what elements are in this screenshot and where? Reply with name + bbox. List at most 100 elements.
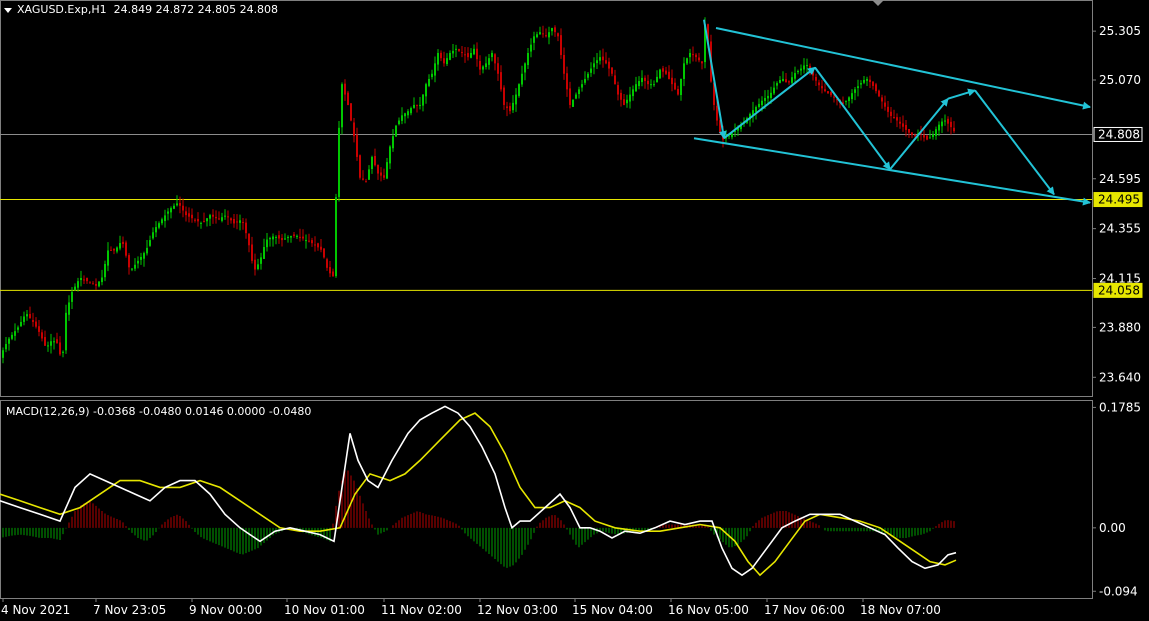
candle-body xyxy=(815,76,817,81)
candle-body xyxy=(50,341,52,346)
candle-body xyxy=(128,255,130,268)
candle-body xyxy=(596,60,598,64)
macd-axis-label: 0.1785 xyxy=(1099,400,1141,414)
candle-body xyxy=(152,232,154,239)
candle-body xyxy=(71,292,73,302)
candle-body xyxy=(617,85,619,95)
candle-body xyxy=(365,181,367,183)
candle-body xyxy=(182,205,184,211)
candle-body xyxy=(671,77,673,85)
candle-body xyxy=(290,235,292,238)
candle-body xyxy=(113,248,115,251)
candle-body xyxy=(308,240,310,242)
candle-body xyxy=(500,72,502,90)
candle-body xyxy=(140,256,142,260)
candle-body xyxy=(647,80,649,85)
candle-body xyxy=(422,94,424,106)
candle-body xyxy=(572,99,574,107)
candle-body xyxy=(8,338,10,344)
candle-body xyxy=(398,120,400,125)
candle-body xyxy=(497,63,499,74)
candle-body xyxy=(23,316,25,322)
candle-body xyxy=(467,53,469,58)
candle-body xyxy=(86,277,88,282)
candle-body xyxy=(770,92,772,99)
candle-body xyxy=(254,259,256,270)
candle-body xyxy=(80,278,82,281)
candle-body xyxy=(758,103,760,107)
candle-body xyxy=(692,54,694,56)
candle-body xyxy=(812,70,814,76)
candle-body xyxy=(101,277,103,283)
candle-body xyxy=(437,52,439,65)
candle-body xyxy=(488,58,490,65)
chart-canvas: 25.30525.07024.59524.35524.11523.88023.6… xyxy=(0,0,1149,621)
candle-body xyxy=(329,267,331,274)
candle-body xyxy=(176,203,178,206)
candle-body xyxy=(521,73,523,85)
candle-body xyxy=(359,155,361,178)
candle-body xyxy=(656,76,658,83)
candle-body xyxy=(137,260,139,264)
time-axis-label: 11 Nov 02:00 xyxy=(381,603,462,617)
candle-body xyxy=(344,83,346,95)
candle-body xyxy=(47,345,49,347)
candle-body xyxy=(872,81,874,86)
candle-body xyxy=(833,96,835,98)
candle-body xyxy=(575,94,577,99)
candle-body xyxy=(401,115,403,121)
dropdown-triangle-icon[interactable] xyxy=(4,7,12,13)
candle-body xyxy=(116,247,118,252)
candle-body xyxy=(158,223,160,228)
candle-body xyxy=(293,234,295,236)
candle-body xyxy=(278,235,280,239)
candle-body xyxy=(614,75,616,85)
candle-body xyxy=(935,129,937,136)
candle-body xyxy=(326,259,328,268)
candle-body xyxy=(881,97,883,102)
candle-body xyxy=(305,240,307,242)
candle-body xyxy=(191,214,193,219)
candle-body xyxy=(569,88,571,105)
candle-body xyxy=(902,123,904,127)
price-axis-label: 24.595 xyxy=(1099,172,1141,186)
candle-body xyxy=(587,73,589,78)
candle-body xyxy=(491,52,493,58)
candle-body xyxy=(119,243,121,249)
macd-axis-label: -0.094 xyxy=(1099,584,1138,598)
candle-body xyxy=(680,78,682,96)
candle-body xyxy=(653,84,655,86)
candle-body xyxy=(272,236,274,240)
candle-body xyxy=(416,104,418,106)
candle-body xyxy=(62,351,64,353)
candle-body xyxy=(641,77,643,83)
candle-body xyxy=(527,52,529,66)
candle-body xyxy=(644,77,646,82)
candle-body xyxy=(683,63,685,79)
candle-body xyxy=(779,80,781,83)
candle-body xyxy=(785,79,787,83)
candle-body xyxy=(38,326,40,332)
candle-body xyxy=(353,122,355,137)
candle-body xyxy=(512,102,514,111)
candle-body xyxy=(302,236,304,239)
candle-body xyxy=(503,87,505,105)
candle-body xyxy=(227,216,229,218)
candle-body xyxy=(803,65,805,70)
candle-body xyxy=(281,238,283,241)
candle-body xyxy=(860,83,862,85)
candle-body xyxy=(320,246,322,250)
candle-body xyxy=(455,48,457,50)
candle-body xyxy=(581,84,583,88)
candle-body xyxy=(404,113,406,117)
candle-body xyxy=(428,78,430,86)
candle-body xyxy=(203,220,205,222)
candle-body xyxy=(434,63,436,76)
candle-body xyxy=(674,82,676,90)
ohlc-values: 24.849 24.872 24.805 24.808 xyxy=(113,3,279,16)
candle-body xyxy=(470,52,472,58)
macd-header: MACD(12,26,9) -0.0368 -0.0480 0.0146 0.0… xyxy=(6,405,312,418)
candle-body xyxy=(599,57,601,61)
candle-body xyxy=(494,54,496,64)
candle-body xyxy=(908,128,910,133)
